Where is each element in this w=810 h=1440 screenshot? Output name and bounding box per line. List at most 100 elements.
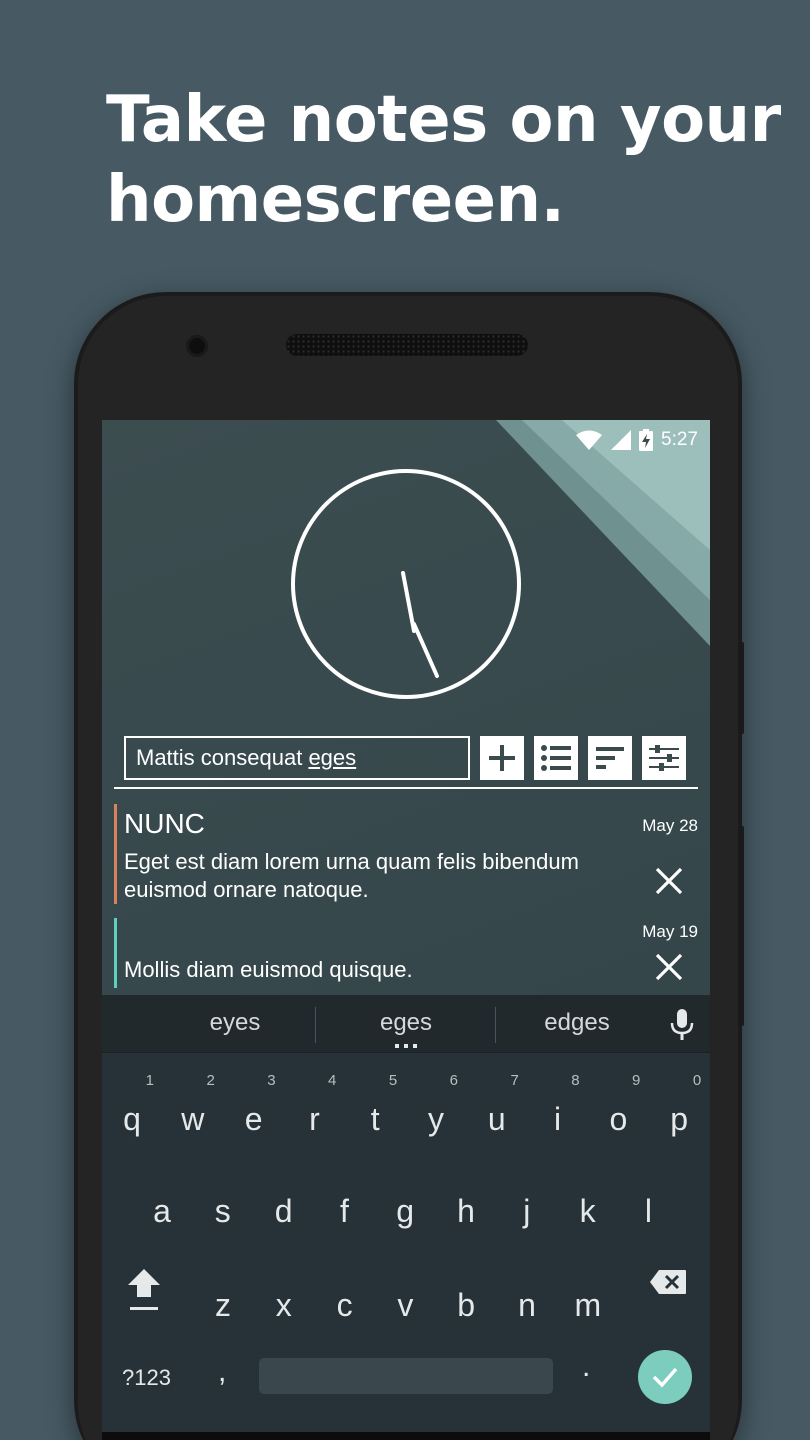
symbols-key[interactable]: ?123 [122, 1365, 171, 1391]
headline: Take notes on your homescreen. [106, 80, 781, 240]
note-accent-bar [114, 918, 117, 988]
note-body: Eget est diam lorem urna quam felis bibe… [124, 848, 579, 904]
add-note-button[interactable] [480, 736, 524, 780]
navigation-bar [102, 1432, 710, 1440]
sort-icon [596, 747, 624, 769]
suggestion-center[interactable]: eges [326, 1009, 486, 1037]
key-label: f [339, 1193, 349, 1229]
key-label: v [397, 1287, 414, 1323]
key-o[interactable]: o9 [588, 1073, 648, 1149]
key-s[interactable]: s [193, 1181, 253, 1241]
power-button [738, 826, 744, 1026]
soft-keyboard: eyes eges edges q1w2e3r4t5y6u7i8o9p0 asd… [102, 995, 710, 1440]
key-d[interactable]: d [254, 1181, 314, 1241]
key-i[interactable]: i8 [528, 1073, 588, 1149]
key-label: b [457, 1287, 476, 1323]
note-item[interactable]: Mollis diam euismod quisque. May 19 [114, 918, 704, 988]
key-v[interactable]: v [375, 1275, 435, 1335]
key-label: q [123, 1101, 141, 1137]
key-hint: 2 [206, 1072, 215, 1089]
note-input-field[interactable]: Mattis consequat eges [124, 736, 470, 780]
shift-key-icon[interactable] [124, 1263, 164, 1313]
key-u[interactable]: u7 [467, 1073, 527, 1149]
key-t[interactable]: t5 [345, 1073, 405, 1149]
wifi-icon [576, 430, 603, 450]
key-label: j [523, 1193, 531, 1229]
hour-hand [401, 571, 416, 633]
period-key[interactable]: . [582, 1350, 590, 1384]
key-hint: 4 [328, 1072, 337, 1089]
phone-screen: 5:27 Mattis consequat eges NUNC Eget est… [102, 420, 710, 1440]
key-label: s [214, 1193, 231, 1229]
key-z[interactable]: z [193, 1275, 253, 1335]
key-label: u [487, 1101, 506, 1137]
analog-clock [291, 469, 521, 699]
note-date: May 19 [642, 922, 698, 941]
key-p[interactable]: p0 [649, 1073, 709, 1149]
note-body: Mollis diam euismod quisque. [124, 956, 413, 984]
key-label: g [396, 1193, 415, 1229]
note-input-text: Mattis consequat [136, 745, 309, 770]
settings-button[interactable] [642, 736, 686, 780]
list-view-button[interactable] [534, 736, 578, 780]
key-w[interactable]: w2 [163, 1073, 223, 1149]
key-k[interactable]: k [558, 1181, 618, 1241]
key-j[interactable]: j [497, 1181, 557, 1241]
status-bar: 5:27 [575, 428, 698, 452]
key-f[interactable]: f [314, 1181, 374, 1241]
key-n[interactable]: n [497, 1275, 557, 1335]
checkmark-icon [652, 1367, 678, 1388]
key-label: e [244, 1101, 263, 1137]
key-r[interactable]: r4 [284, 1073, 344, 1149]
key-l[interactable]: l [618, 1181, 678, 1241]
delete-note-icon[interactable] [654, 952, 684, 982]
note-accent-bar [114, 804, 117, 904]
comma-key[interactable]: , [218, 1355, 226, 1389]
key-g[interactable]: g [375, 1181, 435, 1241]
key-h[interactable]: h [436, 1181, 496, 1241]
key-q[interactable]: q1 [102, 1073, 162, 1149]
suggestion-left[interactable]: eyes [155, 1009, 315, 1037]
battery-charging-icon [639, 429, 654, 451]
note-input-composing-text: eges [308, 745, 357, 770]
key-hint: 6 [449, 1072, 458, 1089]
note-title: NUNC [124, 808, 205, 839]
sort-button[interactable] [588, 736, 632, 780]
key-label: d [274, 1193, 293, 1229]
key-x[interactable]: x [254, 1275, 314, 1335]
note-body-line: Eget est diam lorem urna quam felis bibe… [124, 849, 579, 874]
status-time: 5:27 [661, 429, 698, 450]
key-e[interactable]: e3 [224, 1073, 284, 1149]
note-body-line: Mollis diam euismod quisque. [124, 957, 413, 982]
key-m[interactable]: m [558, 1275, 618, 1335]
key-hint: 8 [571, 1072, 580, 1089]
key-label: h [457, 1193, 475, 1229]
key-label: i [554, 1101, 562, 1137]
backspace-key-icon[interactable] [649, 1269, 687, 1295]
key-a[interactable]: a [132, 1181, 192, 1241]
key-label: l [644, 1193, 652, 1229]
key-label: k [579, 1193, 596, 1229]
space-bar[interactable] [259, 1358, 553, 1394]
note-item[interactable]: NUNC Eget est diam lorem urna quam felis… [114, 804, 704, 904]
key-label: m [574, 1287, 602, 1323]
key-hint: 1 [145, 1072, 154, 1089]
key-y[interactable]: y6 [406, 1073, 466, 1149]
key-c[interactable]: c [315, 1275, 375, 1335]
microphone-icon[interactable] [670, 1009, 694, 1041]
key-hint: 3 [267, 1072, 276, 1089]
suggestion-strip: eyes eges edges [102, 995, 710, 1053]
enter-key[interactable] [638, 1350, 692, 1404]
widget-divider [114, 787, 698, 789]
key-label: n [518, 1287, 536, 1323]
front-camera [186, 335, 208, 357]
key-hint: 7 [510, 1072, 519, 1089]
key-label: z [215, 1287, 231, 1323]
headline-line-1: Take notes on your [106, 83, 781, 157]
delete-note-icon[interactable] [654, 866, 684, 896]
key-label: x [275, 1287, 292, 1323]
add-icon [489, 745, 515, 771]
key-b[interactable]: b [436, 1275, 496, 1335]
suggestion-right[interactable]: edges [497, 1009, 657, 1037]
list-icon [541, 745, 571, 771]
